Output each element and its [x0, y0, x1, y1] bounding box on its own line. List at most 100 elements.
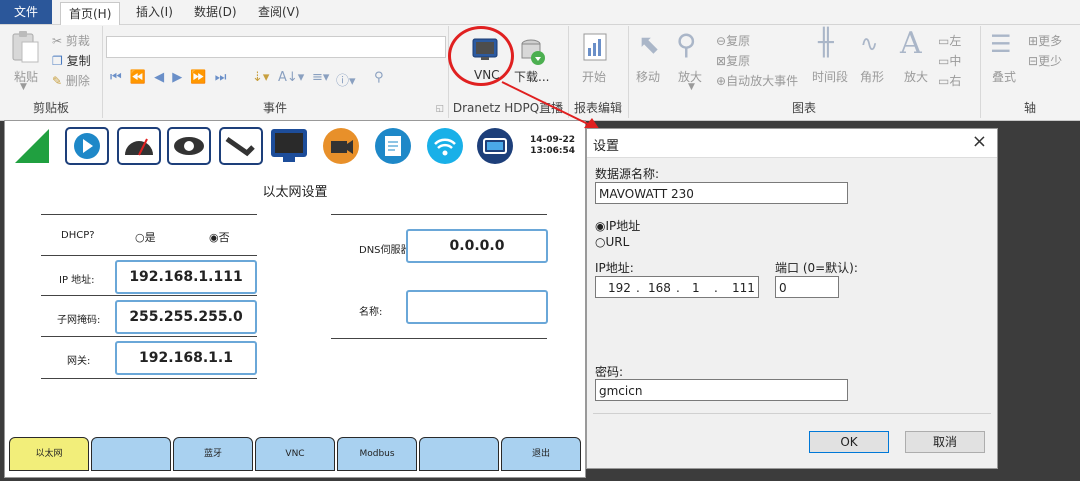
- zoom-restore-icon: ⊖: [716, 34, 727, 48]
- align-left-icon: ▭: [938, 34, 950, 48]
- event-search-box[interactable]: [106, 36, 446, 58]
- port-label: 端口 (0=默认):: [775, 261, 858, 275]
- align-right-button[interactable]: ▭右: [938, 72, 961, 89]
- signal-triangle-icon[interactable]: [13, 127, 51, 165]
- magnifier-icon[interactable]: ⚲: [676, 28, 697, 61]
- find-icon[interactable]: ⚲: [374, 70, 384, 85]
- close-icon[interactable]: ×: [972, 131, 987, 152]
- align-right-label: 右: [949, 74, 962, 88]
- angle-label[interactable]: 角形: [860, 68, 884, 85]
- tab-ethernet[interactable]: 以太网: [9, 437, 89, 471]
- play-icon[interactable]: [65, 127, 109, 165]
- sort-icon[interactable]: ⇣▾: [252, 70, 269, 85]
- report-icon[interactable]: [582, 32, 608, 62]
- settings-dialog: 设置 × 数据源名称: MAVOWATT 230 ◉IP地址 ○URL IP地址…: [586, 128, 998, 469]
- align-right-icon: ▭: [938, 74, 950, 88]
- cancel-button[interactable]: 取消: [905, 431, 985, 453]
- stack-label[interactable]: 叠式: [992, 68, 1016, 85]
- tab-vnc[interactable]: VNC: [255, 437, 335, 471]
- wifi-icon[interactable]: [425, 127, 463, 165]
- ip-dot: .: [676, 281, 680, 295]
- cut-button[interactable]: ✂ 剪裁: [52, 32, 90, 49]
- dialog-title: 设置: [593, 139, 620, 154]
- delete-label: 删除: [65, 74, 90, 88]
- tab-blank-2[interactable]: [419, 437, 499, 471]
- time-period-icon[interactable]: ╫: [818, 28, 834, 58]
- ip-address-input[interactable]: 192 . 168 . 1 . 111: [595, 276, 759, 298]
- tab-blank-1[interactable]: [91, 437, 171, 471]
- ip-value-field[interactable]: 192.168.1.111: [115, 260, 257, 294]
- zoom-chevron-icon[interactable]: ▼: [688, 82, 695, 92]
- radio-url[interactable]: ○URL: [595, 235, 629, 249]
- camera-icon[interactable]: [321, 127, 359, 165]
- ip-octet-4: 111: [732, 281, 755, 295]
- radio-ip[interactable]: ◉IP地址: [595, 217, 640, 234]
- menu-insert[interactable]: 插入(I): [128, 3, 181, 22]
- gateway-label: 网关:: [67, 356, 91, 367]
- dns-value-field[interactable]: 0.0.0.0: [406, 229, 548, 263]
- more-button[interactable]: ⊞更多: [1028, 32, 1062, 49]
- restore-label-1: 复原: [726, 34, 751, 48]
- source-name-input[interactable]: MAVOWATT 230: [595, 182, 848, 204]
- zoom2-label[interactable]: 放大: [904, 68, 928, 85]
- dhcp-yes-label: 是: [144, 231, 156, 244]
- ok-button[interactable]: OK: [809, 431, 889, 453]
- meter-icon[interactable]: [117, 127, 161, 165]
- filter-icon[interactable]: ≡▾: [312, 70, 329, 85]
- restore-label-2: 复原: [726, 54, 751, 68]
- menu-data[interactable]: 数据(D): [186, 3, 245, 22]
- gateway-value-field[interactable]: 192.168.1.1: [115, 341, 257, 375]
- font-size-icon[interactable]: A: [900, 26, 922, 61]
- less-label: 更少: [1038, 54, 1063, 68]
- copy-label: 复制: [66, 54, 91, 68]
- tab-exit[interactable]: 退出: [501, 437, 581, 471]
- menu-home[interactable]: 首页(H): [60, 2, 121, 25]
- tab-bluetooth[interactable]: 蓝牙: [173, 437, 253, 471]
- dhcp-no-radio[interactable]: ◉否: [209, 229, 230, 245]
- stack-icon[interactable]: ☰: [990, 30, 1012, 58]
- time-period-label[interactable]: 时间段: [812, 68, 848, 85]
- tab-modbus[interactable]: Modbus: [337, 437, 417, 471]
- align-center-label: 中: [949, 54, 962, 68]
- angle-icon[interactable]: ∿: [860, 32, 878, 57]
- menu-view[interactable]: 查阅(V): [250, 3, 308, 22]
- subnet-value-field[interactable]: 255.255.255.0: [115, 300, 257, 334]
- info-icon[interactable]: ⓘ▾: [336, 70, 356, 89]
- vnc-label[interactable]: VNC: [474, 68, 500, 82]
- divider: [41, 378, 257, 379]
- axis-group-label: 轴: [1023, 101, 1036, 115]
- eye-icon[interactable]: [167, 127, 211, 165]
- monitor-icon[interactable]: [269, 127, 307, 165]
- clipboard-group-label: 剪贴板: [32, 101, 69, 115]
- dhcp-yes-radio[interactable]: ○是: [135, 229, 156, 245]
- download-icon[interactable]: [520, 38, 546, 66]
- menu-file[interactable]: 文件: [0, 0, 53, 24]
- paste-icon[interactable]: [10, 30, 40, 66]
- ip-label: IP 地址:: [59, 275, 95, 286]
- events-group-label: 事件: [262, 101, 287, 115]
- minus-icon: ⊟: [1028, 54, 1039, 68]
- password-input[interactable]: gmcicn: [595, 379, 848, 401]
- port-input[interactable]: 0: [775, 276, 839, 298]
- vnc-icon[interactable]: [472, 38, 498, 62]
- auto-zoom-button[interactable]: ⊕自动放大事件: [716, 72, 798, 89]
- copy-button[interactable]: ❐ 复制: [52, 52, 91, 69]
- delete-button[interactable]: ✎ 删除: [52, 72, 90, 89]
- divider: [41, 214, 257, 215]
- wrench-icon[interactable]: [219, 127, 263, 165]
- align-center-icon: ▭: [938, 54, 950, 68]
- dialog-launcher-icon[interactable]: ◱: [435, 104, 444, 114]
- move-label[interactable]: 移动: [636, 68, 660, 85]
- document-icon[interactable]: [373, 127, 411, 165]
- restore-button-1[interactable]: ⊖复原: [716, 32, 750, 49]
- chevron-down-icon[interactable]: ▼: [20, 82, 27, 92]
- axis-group: ☰ 叠式 ⊞更多 ⊟更少 轴: [980, 26, 1080, 118]
- align-center-button[interactable]: ▭中: [938, 52, 961, 69]
- cursor-icon[interactable]: ⬉: [638, 30, 660, 60]
- sort-az-icon[interactable]: A↓▾: [278, 70, 304, 85]
- event-nav-controls[interactable]: ⏮ ⏪ ◀ ▶ ⏩ ⏭: [110, 70, 228, 85]
- align-left-button[interactable]: ▭左: [938, 32, 961, 49]
- less-button[interactable]: ⊟更少: [1028, 52, 1062, 69]
- restore-button-2[interactable]: ⊠复原: [716, 52, 750, 69]
- name-value-field[interactable]: [406, 290, 548, 324]
